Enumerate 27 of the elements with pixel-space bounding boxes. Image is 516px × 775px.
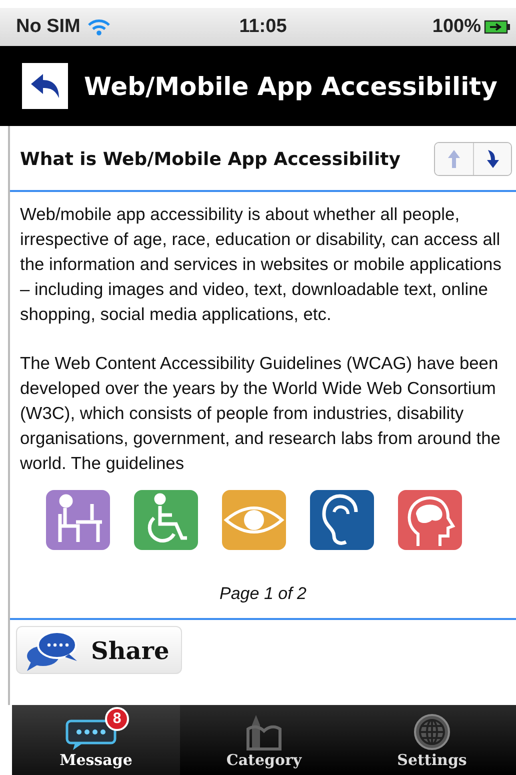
ear-icon <box>310 490 374 550</box>
wheelchair-icon <box>134 490 198 550</box>
body-paragraph: Web/mobile app accessibility is about whether all people, irrespective of age, race, education or disability, can access all the information and services in websites or mobile applications – including images and video, text, downloadable text, online shopping, social media applications, etc. <box>20 203 502 326</box>
next-button[interactable] <box>473 143 511 175</box>
tab-settings[interactable]: Settings <box>348 705 516 775</box>
tab-message[interactable]: 8 Message <box>12 705 180 775</box>
clock: 11:05 <box>239 16 287 38</box>
app-title: Web/Mobile App Accessibility <box>84 72 498 100</box>
up-arrow-icon <box>447 149 461 169</box>
globe-icon <box>412 713 452 751</box>
battery-icon <box>484 20 510 34</box>
wifi-icon <box>88 18 110 36</box>
notification-badge: 8 <box>105 707 129 731</box>
carrier-label: No SIM <box>16 16 80 38</box>
book-icon <box>244 713 284 751</box>
back-arrow-icon <box>29 72 61 100</box>
tab-category[interactable]: Category <box>180 705 348 775</box>
share-button[interactable]: Share <box>16 626 182 674</box>
person-at-desk-icon <box>46 490 110 550</box>
page-indicator: Page 1 of 2 <box>218 583 308 605</box>
eye-icon <box>222 490 286 550</box>
body-paragraph: The Web Content Accessibility Guidelines (WCAG) have been developed over the years by the World Wide Web Consortium (W3C), which consists of people from industries, disability organisations, government, and research labs from around the world. The guidelines <box>20 352 502 475</box>
battery-label: 100% <box>432 16 481 38</box>
head-with-brain-icon <box>398 490 462 550</box>
back-button[interactable] <box>22 63 68 109</box>
down-arrow-icon <box>486 149 500 169</box>
section-title: What is Web/Mobile App Accessibility <box>20 148 400 170</box>
